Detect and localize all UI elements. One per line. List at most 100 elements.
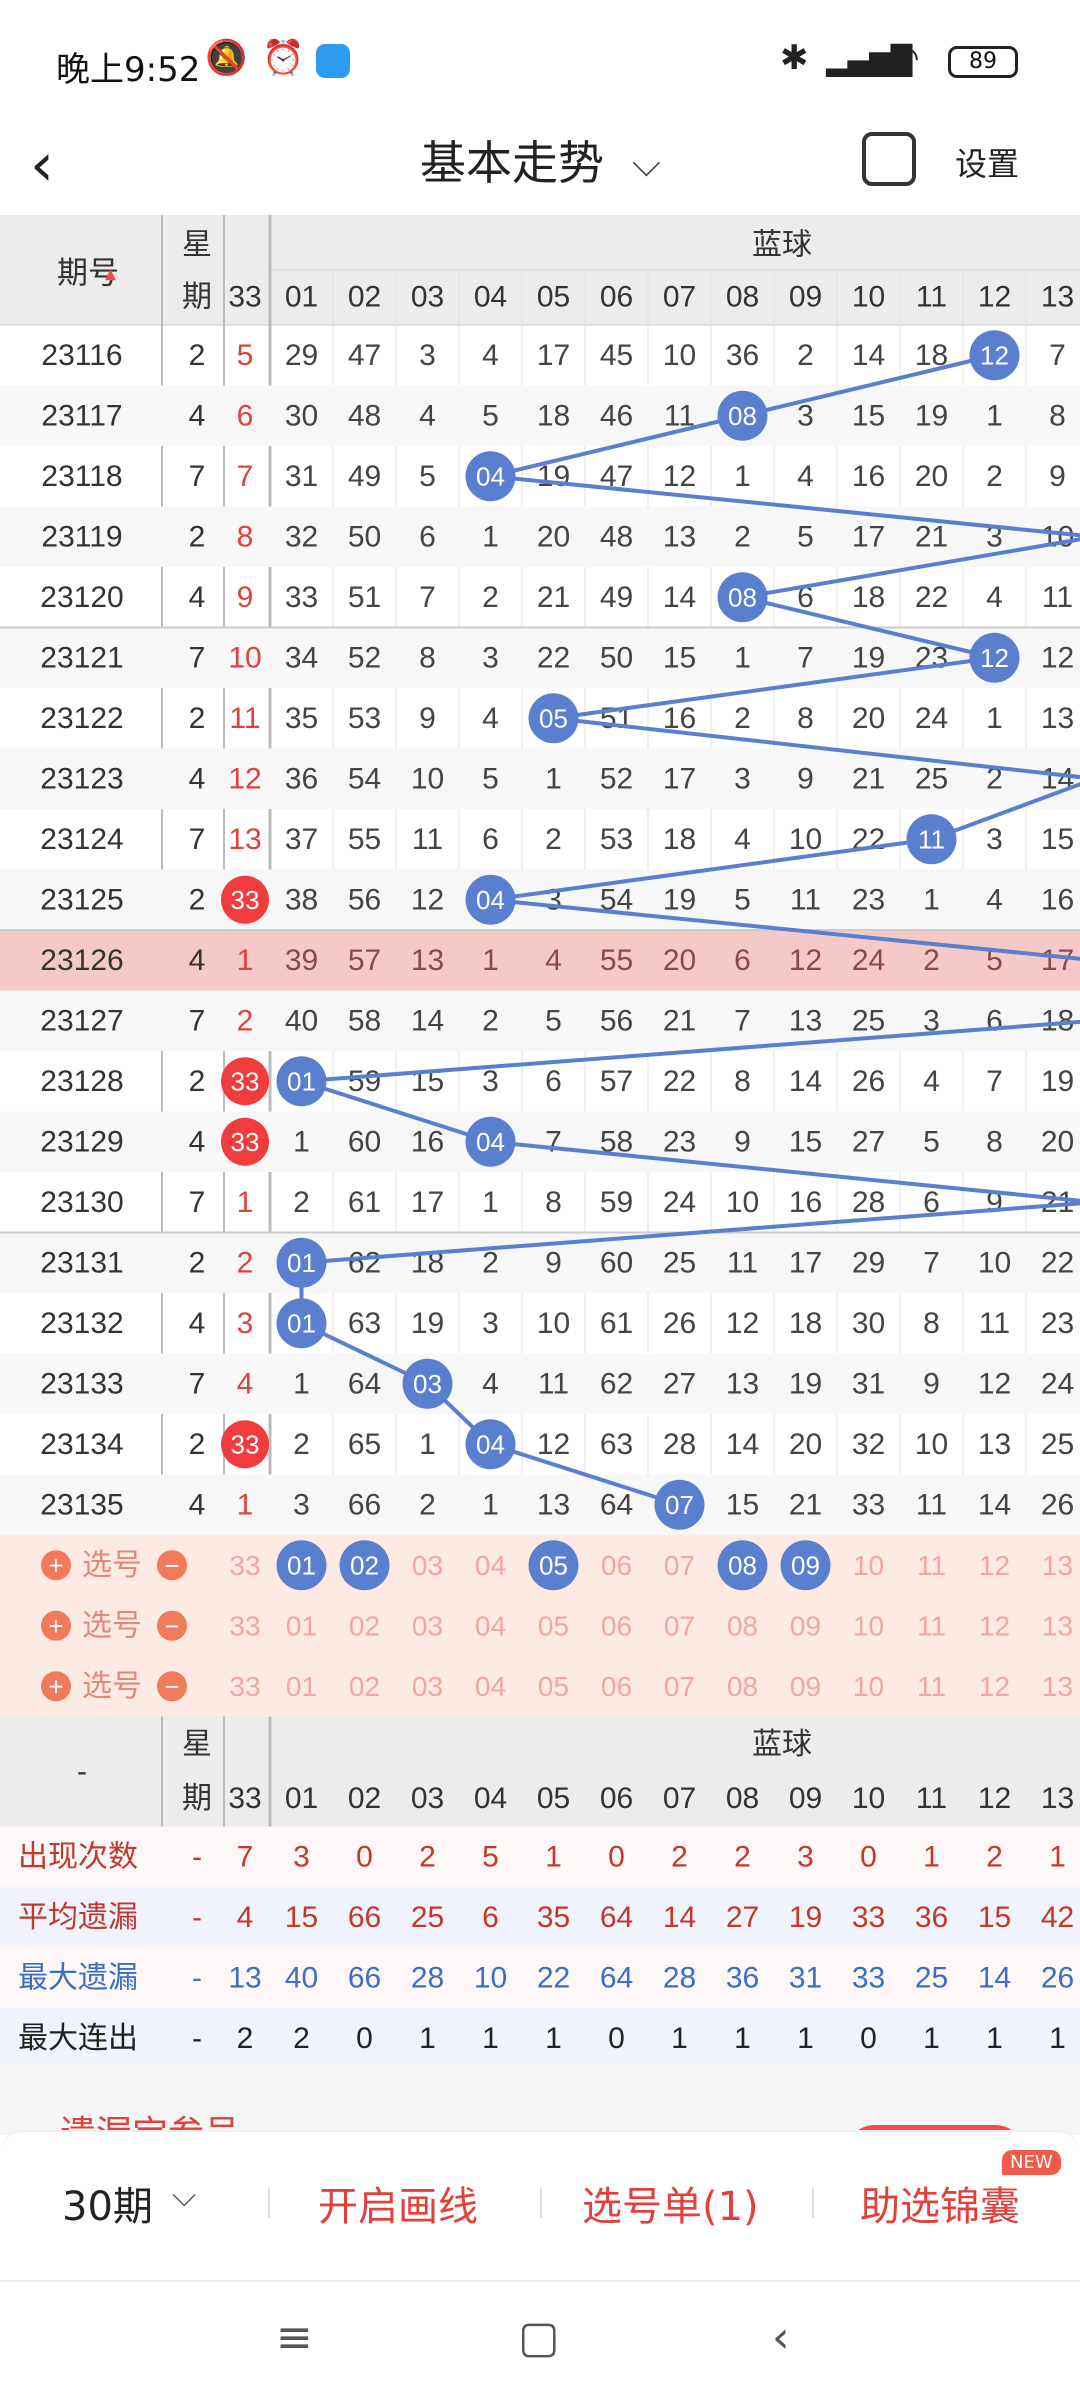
issue-number: 23134: [40, 1428, 123, 1461]
battery-icon: 89: [948, 46, 1018, 78]
blue-omission: 1: [734, 460, 751, 493]
blue-omission: 31: [852, 1367, 885, 1400]
stats-value: 27: [726, 1901, 759, 1934]
blue-omission: 25: [1041, 1428, 1074, 1461]
blue-omission: 46: [600, 399, 633, 432]
omission-card-title: 遗漏宝参号: [60, 2105, 240, 2133]
helper-button[interactable]: 助选锦囊: [860, 2174, 1020, 2232]
draw-lines-button[interactable]: 开启画线: [318, 2174, 478, 2232]
blue-omission: 18: [537, 399, 570, 432]
issue-number: 23132: [40, 1307, 123, 1340]
pick-ball-option: 13: [1042, 1671, 1073, 1702]
red-col-header: 33: [228, 1782, 261, 1815]
blue-omission: 58: [348, 1004, 381, 1037]
stats-value: 14: [978, 1961, 1011, 1994]
week-header-top: 星: [182, 1728, 212, 1761]
period-selector[interactable]: 30期: [62, 2174, 153, 2232]
blue-omission: 31: [285, 460, 318, 493]
pick-ball-number: 01: [287, 1550, 316, 1580]
stats-red-value: 4: [237, 1901, 254, 1934]
blue-omission: 12: [1041, 641, 1074, 674]
pick-red-number: 33: [229, 1550, 260, 1581]
blue-omission: 17: [411, 1186, 444, 1219]
blue-omission: 28: [852, 1186, 885, 1219]
blue-omission: 16: [411, 1125, 444, 1158]
blue-omission: 4: [482, 339, 499, 372]
stats-value: 28: [411, 1961, 444, 1994]
weekday: 2: [189, 1065, 206, 1098]
blue-omission: 17: [537, 339, 570, 372]
weekday: 4: [189, 1488, 206, 1521]
blue-omission: 48: [600, 520, 633, 553]
status-bar: 晚上9:52 🔕 ⏰ ✱ ▂▄▆█ ◠ 89: [0, 0, 1080, 120]
stats-red-value: 13: [228, 1961, 261, 1994]
stats-value: 22: [537, 1961, 570, 1994]
omission-card: 遗漏宝参号: [0, 2065, 1080, 2165]
red-omission: 5: [237, 339, 254, 372]
blue-omission: 36: [726, 339, 759, 372]
share-icon[interactable]: [862, 132, 916, 186]
chevron-down-icon[interactable]: ⌵: [632, 128, 661, 198]
weekday: 4: [189, 762, 206, 795]
blue-omission: 45: [600, 339, 633, 372]
menu-icon[interactable]: ≡: [276, 2312, 313, 2363]
blue-omission: 10: [915, 1428, 948, 1461]
blue-omission: 6: [545, 1065, 562, 1098]
blue-omission: 10: [789, 823, 822, 856]
red-omission: 11: [229, 702, 260, 735]
blue-col-header: 02: [348, 281, 381, 314]
blue-omission: 21: [789, 1488, 822, 1521]
stats-value: 14: [663, 1901, 696, 1934]
blue-col-header: 11: [916, 1782, 947, 1815]
blue-omission: 13: [663, 520, 696, 553]
system-nav-bar: ≡ ▢ ‹: [0, 2280, 1080, 2400]
blue-omission: 61: [600, 1307, 633, 1340]
add-icon-glyph: +: [48, 1671, 63, 1701]
blue-col-header: 10: [852, 281, 885, 314]
blue-omission: 27: [663, 1367, 696, 1400]
blue-omission: 49: [600, 581, 633, 614]
blue-omission: 17: [1041, 944, 1074, 977]
back-icon[interactable]: ‹: [772, 2312, 790, 2363]
blue-omission: 26: [852, 1065, 885, 1098]
stats-row-bg: [0, 2008, 1080, 2065]
blue-omission: 8: [923, 1307, 940, 1340]
blue-omission: 1: [482, 944, 499, 977]
chevron-down-icon[interactable]: ⌵: [172, 2176, 196, 2215]
blue-omission: 26: [663, 1307, 696, 1340]
stats-value: 10: [474, 1961, 507, 1994]
blue-omission: 50: [348, 520, 381, 553]
issue-number: 23122: [40, 702, 123, 735]
blue-ball-number: 04: [476, 461, 505, 491]
blue-omission: 13: [789, 1004, 822, 1037]
page-title[interactable]: 基本走势: [420, 128, 604, 198]
issue-number: 23135: [40, 1488, 123, 1521]
pick-ball-option: 03: [412, 1610, 443, 1641]
settings-button[interactable]: 设置: [955, 134, 1019, 194]
blue-omission: 2: [797, 339, 814, 372]
blue-omission: 9: [1049, 460, 1066, 493]
issue-number: 23129: [40, 1125, 123, 1158]
blue-omission: 50: [600, 641, 633, 674]
home-icon[interactable]: ▢: [518, 2312, 560, 2363]
blue-omission: 21: [915, 520, 948, 553]
pick-label: 选号: [82, 1670, 142, 1703]
back-button[interactable]: ‹: [30, 130, 90, 200]
blue-omission: 11: [916, 1488, 947, 1521]
blue-omission: 11: [727, 1246, 758, 1279]
blue-omission: 48: [348, 399, 381, 432]
pick-ball-option: 02: [349, 1610, 380, 1641]
blue-omission: 11: [979, 1307, 1010, 1340]
issue-number: 23133: [40, 1367, 123, 1400]
pick-ball-option: 13: [1042, 1550, 1073, 1581]
blue-omission: 1: [293, 1125, 310, 1158]
blue-omission: 5: [923, 1125, 940, 1158]
blue-omission: 19: [789, 1367, 822, 1400]
blue-omission: 1: [482, 1488, 499, 1521]
blue-ball-number: 04: [476, 1429, 505, 1459]
pick-list-button[interactable]: 选号单(1): [582, 2174, 759, 2232]
blue-omission: 56: [348, 883, 381, 916]
blue-omission: 24: [1041, 1367, 1074, 1400]
blue-omission: 24: [663, 1186, 696, 1219]
app-screen: { "status_bar": {"time": "晚上9:52", "batt…: [0, 0, 1080, 2400]
